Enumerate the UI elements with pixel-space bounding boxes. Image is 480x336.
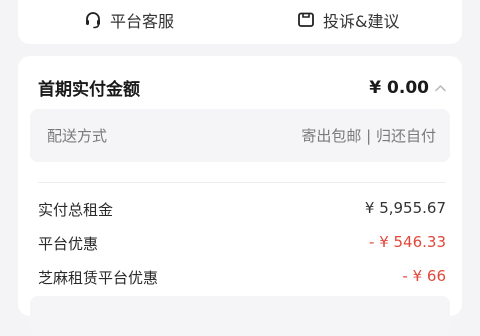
headset-icon [84,11,102,29]
fee-value-total-rent: ¥ 5,955.67 [364,199,446,217]
divider [38,182,446,183]
complaint-suggestion-label: 投诉&建议 [323,12,400,31]
fee-label-total-rent: 实付总租金 [38,201,114,219]
first-payment-title: 首期实付金额 [38,80,140,100]
bottom-info-box [30,296,450,336]
first-payment-row[interactable]: 首期实付金额 ¥ 0.00 [38,75,446,100]
payment-card: 首期实付金额 ¥ 0.00 配送方式 寄出包邮 | 归还自付 实付总租金 ¥ 5… [18,56,462,336]
fee-value-platform-discount: - ¥ 546.33 [369,233,446,251]
feedback-icon [297,11,315,29]
delivery-method-box: 配送方式 寄出包邮 | 归还自付 [30,109,450,162]
delivery-method-label: 配送方式 [47,127,108,145]
chevron-up-icon[interactable] [435,84,446,92]
fee-label-platform-discount: 平台优惠 [38,235,99,253]
fee-value-zhima-discount: - ¥ 66 [402,267,446,285]
fee-row-zhima-discount: 芝麻租赁平台优惠 - ¥ 66 [38,267,446,288]
fee-row-platform-discount: 平台优惠 - ¥ 546.33 [38,233,446,254]
platform-service-label: 平台客服 [110,12,175,31]
first-payment-amount: ¥ 0.00 [369,77,429,98]
fee-label-zhima-discount: 芝麻租赁平台优惠 [38,269,159,287]
first-payment-amount-wrap[interactable]: ¥ 0.00 [369,78,446,98]
fee-row-total-rent: 实付总租金 ¥ 5,955.67 [38,199,446,220]
delivery-method-value: 寄出包邮 | 归还自付 [301,127,436,145]
platform-service-button[interactable]: 平台客服 [84,8,174,32]
complaint-suggestion-button[interactable]: 投诉&建议 [297,8,399,32]
top-actions-card: 平台客服 投诉&建议 [18,0,462,44]
